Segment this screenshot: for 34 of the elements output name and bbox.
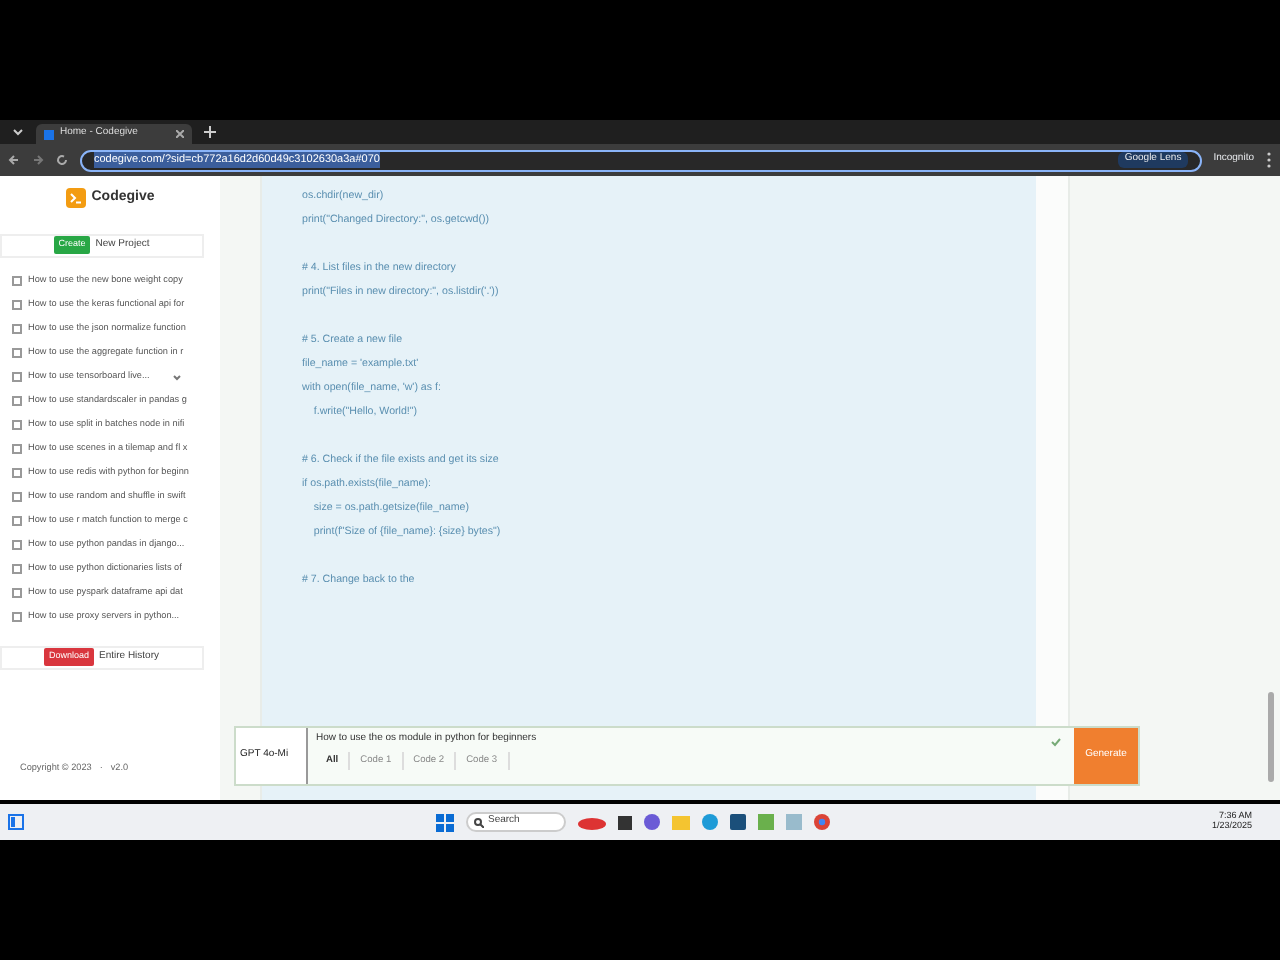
new-tab-icon[interactable]: [204, 126, 216, 138]
chrome-icon[interactable]: [814, 814, 830, 830]
chat-history-icon: [12, 396, 22, 406]
tab-list-icon[interactable]: [12, 126, 24, 138]
chat-history-icon: [12, 516, 22, 526]
scrollbar[interactable]: [1268, 692, 1274, 782]
chat-history-icon: [12, 564, 22, 574]
reload-icon[interactable]: [56, 154, 68, 166]
task-view-icon[interactable]: [618, 815, 632, 829]
chat-history-icon: [12, 420, 22, 430]
check-icon: [1050, 736, 1062, 748]
back-icon[interactable]: [8, 154, 20, 166]
logo-icon: [65, 188, 86, 209]
chat-history-icon: [12, 468, 22, 478]
chat-history-icon: [12, 372, 22, 382]
chat-history-icon: [12, 324, 22, 334]
forward-icon[interactable]: [32, 154, 44, 166]
widgets-icon[interactable]: [8, 814, 24, 830]
chat-history-icon: [12, 276, 22, 286]
menu-icon[interactable]: [1266, 152, 1272, 168]
search-icon: [474, 817, 484, 827]
chat-history-icon: [12, 540, 22, 550]
chat-history-icon: [12, 612, 22, 622]
close-icon[interactable]: [176, 130, 184, 138]
chat-history-icon: [12, 300, 22, 310]
edge-browser-icon[interactable]: [702, 814, 718, 830]
chat-icon[interactable]: [644, 814, 660, 830]
chevron-icon[interactable]: [171, 373, 182, 381]
chat-history-icon: [12, 444, 22, 454]
chat-history-icon: [12, 348, 22, 358]
favicon-icon: [44, 129, 54, 139]
chat-history-icon: [12, 588, 22, 598]
chat-history-icon: [12, 492, 22, 502]
windows-start-icon[interactable]: [436, 813, 454, 831]
